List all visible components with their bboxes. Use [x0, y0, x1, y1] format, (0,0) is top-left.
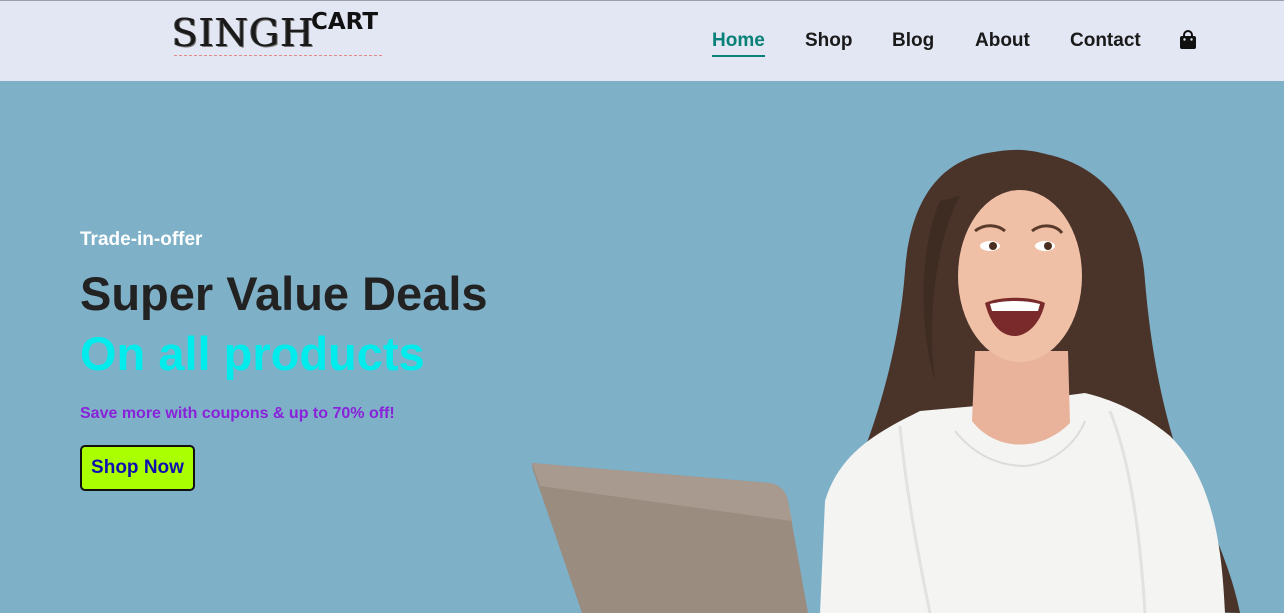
logo-superscript: CART	[311, 9, 379, 35]
nav-link-shop[interactable]: Shop	[805, 30, 853, 52]
site-logo[interactable]: SINGH CART	[172, 7, 382, 59]
hero-banner: Trade-in-offer Super Value Deals On all …	[0, 81, 1284, 613]
shopping-bag-icon[interactable]	[1179, 30, 1197, 50]
hero-headline: Super Value Deals	[80, 267, 488, 320]
nav-link-about[interactable]: About	[975, 30, 1030, 52]
hero-subheadline: On all products	[80, 327, 425, 380]
site-header: SINGH CART Home Shop Blog About Contact	[0, 0, 1284, 81]
nav-link-blog[interactable]: Blog	[892, 30, 934, 52]
nav-link-contact[interactable]: Contact	[1070, 30, 1141, 52]
shop-now-button[interactable]: Shop Now	[80, 445, 195, 491]
hero-eyebrow: Trade-in-offer	[80, 229, 203, 250]
logo-text: SINGH	[172, 11, 315, 55]
logo-underline	[174, 55, 382, 56]
nav-link-home[interactable]: Home	[712, 30, 765, 57]
hero-tagline: Save more with coupons & up to 70% off!	[80, 405, 395, 422]
